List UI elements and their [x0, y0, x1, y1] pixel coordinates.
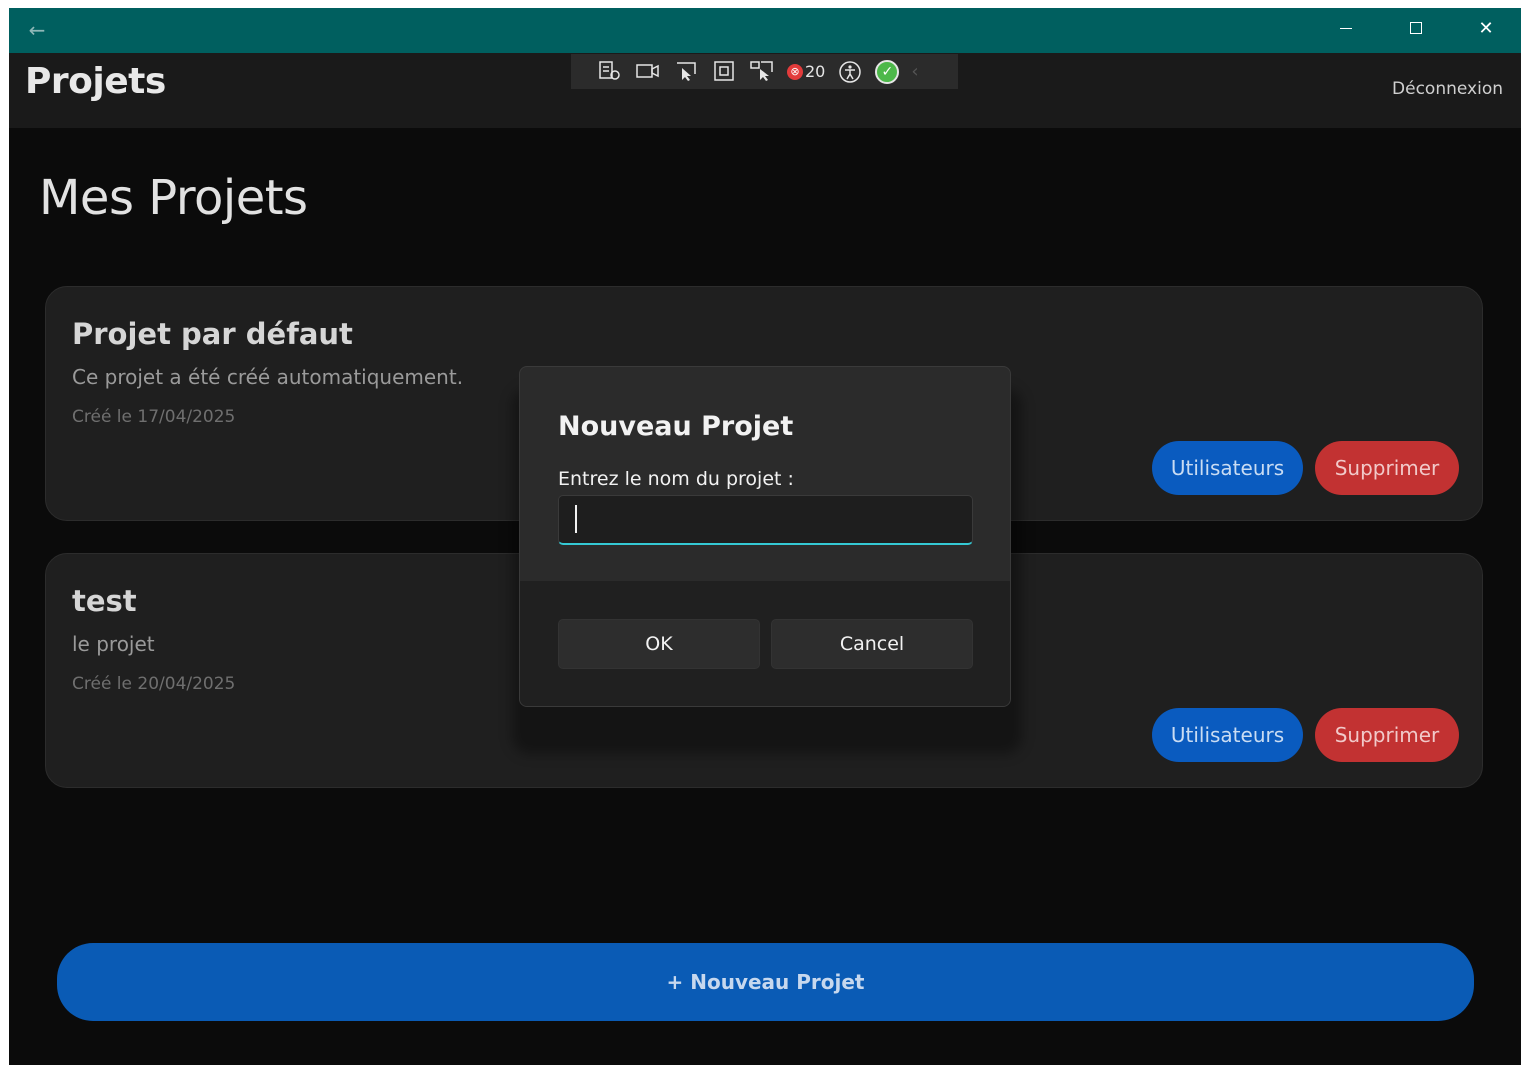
select-element-icon[interactable] [673, 60, 699, 84]
new-project-dialog: Nouveau Projet Entrez le nom du projet :… [519, 366, 1011, 707]
xaml-debug-toolbar: ⊗ 20 ✓ ‹ [571, 54, 958, 89]
users-button[interactable]: Utilisateurs [1152, 441, 1303, 495]
project-name-input[interactable] [558, 495, 973, 545]
display-layout-icon[interactable] [711, 60, 737, 84]
app-window: ← ✕ Projets Déconnexion ⊗ 20 ✓ ‹ Mes Pro… [9, 8, 1521, 1065]
track-focus-icon[interactable] [749, 60, 775, 84]
new-project-button[interactable]: + Nouveau Projet [57, 943, 1474, 1021]
binding-errors-icon: ⊗ [787, 63, 803, 80]
binding-error-count: 20 [805, 62, 826, 81]
project-created-date: Créé le 20/04/2025 [72, 674, 236, 694]
logout-link[interactable]: Déconnexion [1392, 79, 1503, 99]
app-title: Projets [25, 61, 166, 102]
project-name-label: Entrez le nom du projet : [558, 468, 794, 490]
minimize-button[interactable] [1311, 8, 1381, 48]
back-arrow-icon[interactable]: ← [25, 16, 49, 44]
page-title: Mes Projets [39, 170, 308, 226]
binding-errors-indicator[interactable]: ⊗ 20 [787, 62, 825, 81]
record-icon[interactable] [635, 60, 661, 84]
accessibility-icon[interactable] [837, 60, 863, 84]
project-name: Projet par défaut [72, 317, 353, 351]
minimize-icon [1340, 27, 1352, 29]
project-created-date: Créé le 17/04/2025 [72, 407, 236, 427]
delete-button[interactable]: Supprimer [1315, 441, 1459, 495]
maximize-button[interactable] [1381, 8, 1451, 48]
project-name: test [72, 584, 137, 618]
project-description: le projet [72, 632, 155, 656]
hot-reload-ok-icon[interactable]: ✓ [875, 59, 900, 84]
dialog-footer: OK Cancel [520, 581, 1010, 706]
close-button[interactable]: ✕ [1451, 8, 1521, 48]
collapse-toolbar-chevron-icon[interactable]: ‹ [911, 61, 918, 82]
cancel-button[interactable]: Cancel [771, 619, 973, 669]
close-icon: ✕ [1478, 17, 1494, 39]
project-description: Ce projet a été créé automatiquement. [72, 365, 464, 389]
title-bar: ← ✕ [9, 8, 1521, 53]
users-button[interactable]: Utilisateurs [1152, 708, 1303, 762]
text-caret [575, 505, 577, 533]
ok-button[interactable]: OK [558, 619, 760, 669]
delete-button[interactable]: Supprimer [1315, 708, 1459, 762]
maximize-icon [1410, 22, 1422, 34]
live-visual-tree-icon[interactable] [597, 60, 623, 84]
dialog-title: Nouveau Projet [558, 411, 794, 442]
